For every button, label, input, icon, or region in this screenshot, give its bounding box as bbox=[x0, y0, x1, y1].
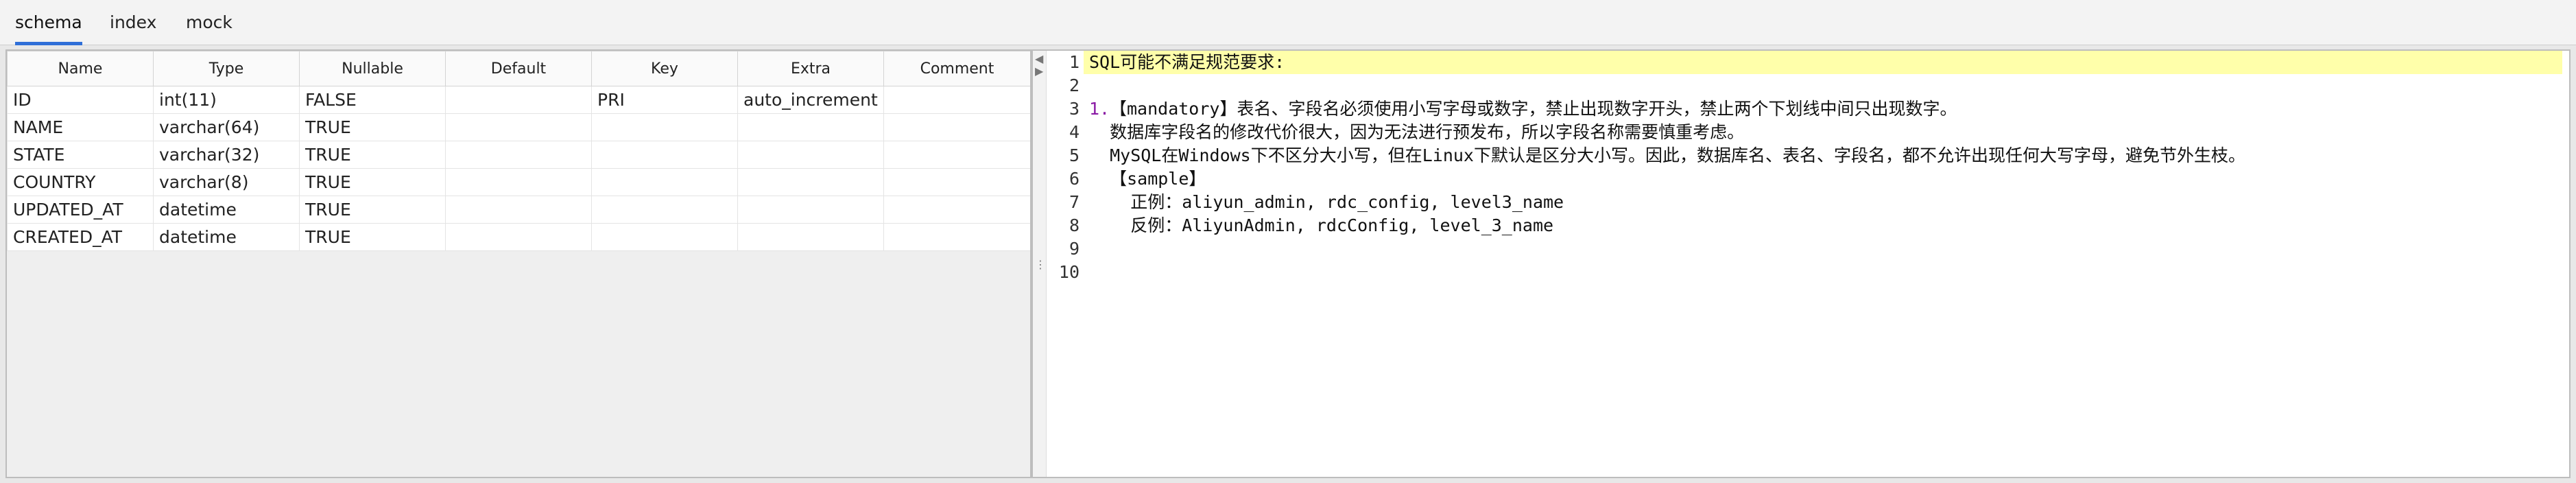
cell-key bbox=[591, 196, 738, 224]
editor-line: 3 1. 【mandatory】表名、字段名必须使用小写字母或数字，禁止出现数字… bbox=[1033, 97, 2569, 121]
cell-type: datetime bbox=[153, 223, 300, 251]
cell-type: varchar(32) bbox=[153, 141, 300, 169]
line-number: 2 bbox=[1069, 75, 1080, 95]
cell-comment bbox=[883, 141, 1030, 169]
column-header-default[interactable]: Default bbox=[445, 51, 592, 86]
cell-name: UPDATED_AT bbox=[7, 196, 154, 224]
cell-comment bbox=[883, 86, 1030, 114]
table-row[interactable]: UPDATED_AT datetime TRUE bbox=[7, 196, 1030, 224]
cell-default bbox=[445, 86, 592, 114]
line-number: 5 bbox=[1069, 145, 1080, 165]
cell-default bbox=[445, 196, 592, 224]
line-text: 【sample】 bbox=[1089, 169, 1206, 189]
cell-key: PRI bbox=[591, 86, 738, 114]
schema-panel: Name Type Nullable Default Key Extra Com… bbox=[5, 49, 1031, 478]
cell-extra bbox=[737, 141, 884, 169]
cell-nullable: TRUE bbox=[299, 113, 446, 141]
cell-nullable: FALSE bbox=[299, 86, 446, 114]
cell-key bbox=[591, 223, 738, 251]
cell-extra bbox=[737, 168, 884, 196]
cell-name: ID bbox=[7, 86, 154, 114]
cell-name: COUNTRY bbox=[7, 168, 154, 196]
line-number: 9 bbox=[1069, 239, 1080, 259]
line-number: 4 bbox=[1069, 122, 1080, 142]
cell-nullable: TRUE bbox=[299, 196, 446, 224]
cell-type: datetime bbox=[153, 196, 300, 224]
cell-type: int(11) bbox=[153, 86, 300, 114]
line-text: 反例：AliyunAdmin, rdcConfig, level_3_name bbox=[1089, 215, 1554, 235]
cell-key bbox=[591, 168, 738, 196]
cell-name: NAME bbox=[7, 113, 154, 141]
line-number: 6 bbox=[1069, 169, 1080, 189]
cell-name: CREATED_AT bbox=[7, 223, 154, 251]
column-header-key[interactable]: Key bbox=[591, 51, 738, 86]
cell-nullable: TRUE bbox=[299, 223, 446, 251]
cell-nullable: TRUE bbox=[299, 141, 446, 169]
editor-line: 8 反例：AliyunAdmin, rdcConfig, level_3_nam… bbox=[1033, 214, 2569, 237]
line-number: 1 bbox=[1069, 52, 1080, 72]
line-number: 8 bbox=[1069, 215, 1080, 235]
table-row[interactable]: COUNTRY varchar(8) TRUE bbox=[7, 168, 1030, 196]
column-header-extra[interactable]: Extra bbox=[737, 51, 884, 86]
line-highlight bbox=[1084, 51, 2562, 74]
cell-name: STATE bbox=[7, 141, 154, 169]
cell-comment bbox=[883, 196, 1030, 224]
line-number: 10 bbox=[1058, 262, 1080, 282]
cell-default bbox=[445, 113, 592, 141]
line-number: 7 bbox=[1069, 192, 1080, 212]
line-text: 【mandatory】表名、字段名必须使用小写字母或数字，禁止出现数字开头，禁止… bbox=[1110, 99, 1957, 119]
cell-extra bbox=[737, 223, 884, 251]
table-row[interactable]: NAME varchar(64) TRUE bbox=[7, 113, 1030, 141]
cell-extra: auto_increment bbox=[737, 86, 884, 114]
editor-line: 7 正例：aliyun_admin, rdc_config, level3_na… bbox=[1033, 191, 2569, 214]
line-text: 正例：aliyun_admin, rdc_config, level3_name bbox=[1089, 192, 1564, 212]
editor-line: 9 bbox=[1033, 237, 2569, 261]
cell-type: varchar(8) bbox=[153, 168, 300, 196]
cell-default bbox=[445, 223, 592, 251]
cell-nullable: TRUE bbox=[299, 168, 446, 196]
line-number-prefix: 1. bbox=[1089, 99, 1110, 119]
cell-default bbox=[445, 141, 592, 169]
cell-key bbox=[591, 113, 738, 141]
tab-mock[interactable]: mock bbox=[186, 0, 232, 45]
cell-comment bbox=[883, 168, 1030, 196]
table-row[interactable]: STATE varchar(32) TRUE bbox=[7, 141, 1030, 169]
cell-type: varchar(64) bbox=[153, 113, 300, 141]
editor-line: 5 MySQL在Windows下不区分大小写，但在Linux下默认是区分大小写。… bbox=[1033, 144, 2569, 167]
editor-line: 1 SQL可能不满足规范要求: bbox=[1033, 51, 2569, 74]
editor-line: 4 数据库字段名的修改代价很大，因为无法进行预发布，所以字段名称需要慎重考虑。 bbox=[1033, 121, 2569, 144]
tab-schema[interactable]: schema bbox=[15, 0, 82, 45]
cell-key bbox=[591, 141, 738, 169]
line-number: 3 bbox=[1069, 99, 1080, 119]
table-row[interactable]: ID int(11) FALSE PRI auto_increment bbox=[7, 86, 1030, 114]
editor-line: 6 【sample】 bbox=[1033, 167, 2569, 191]
sql-editor[interactable]: ◀ ▶ ⋮ 1 SQL可能不满足规范要求: 2 3 1. 【mandatory】… bbox=[1031, 49, 2571, 478]
cell-comment bbox=[883, 113, 1030, 141]
editor-line: 2 bbox=[1033, 74, 2569, 97]
editor-line: 10 bbox=[1033, 261, 2569, 284]
schema-table: Name Type Nullable Default Key Extra Com… bbox=[7, 51, 1030, 251]
tab-bar: schema index mock bbox=[0, 0, 2576, 45]
table-row[interactable]: CREATED_AT datetime TRUE bbox=[7, 223, 1030, 251]
cell-comment bbox=[883, 223, 1030, 251]
line-text: 数据库字段名的修改代价很大，因为无法进行预发布，所以字段名称需要慎重考虑。 bbox=[1089, 122, 1745, 142]
table-header-row: Name Type Nullable Default Key Extra Com… bbox=[7, 51, 1030, 86]
line-text: MySQL在Windows下不区分大小写，但在Linux下默认是区分大小写。因此… bbox=[1089, 145, 2245, 165]
column-header-nullable[interactable]: Nullable bbox=[299, 51, 446, 86]
cell-default bbox=[445, 168, 592, 196]
cell-extra bbox=[737, 196, 884, 224]
tab-index[interactable]: index bbox=[110, 0, 156, 45]
cell-extra bbox=[737, 113, 884, 141]
line-text: SQL可能不满足规范要求: bbox=[1089, 52, 1285, 72]
column-header-comment[interactable]: Comment bbox=[883, 51, 1030, 86]
column-header-name[interactable]: Name bbox=[7, 51, 154, 86]
column-header-type[interactable]: Type bbox=[153, 51, 300, 86]
